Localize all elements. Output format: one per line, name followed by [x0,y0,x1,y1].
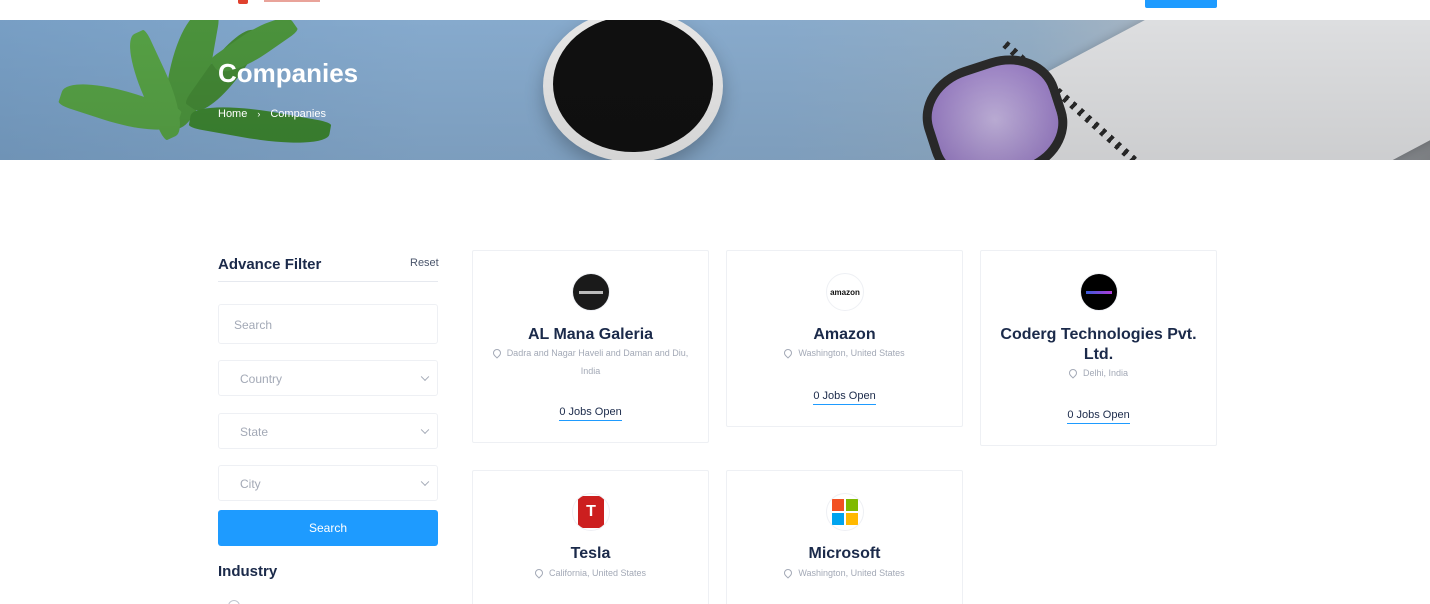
company-name: Tesla [570,545,611,562]
logo-tagline [264,0,320,2]
state-select-value: State [240,425,269,439]
company-name: Coderg Technologies Pvt. Ltd. [1000,326,1197,363]
jobs-open-link[interactable]: 0 Jobs Open [981,409,1216,424]
company-card[interactable]: Microsoft Washington, United States [726,470,963,604]
company-location: Washington, United States [745,344,944,362]
filter-divider [218,281,438,282]
microsoft-logo [826,493,864,531]
search-input[interactable]: Search [218,304,438,344]
state-select[interactable]: State [218,413,438,449]
search-input-placeholder: Search [234,318,273,332]
coderg-logo [1080,273,1118,311]
filter-title: Advance Filter [218,256,322,273]
chevron-down-icon [420,372,430,382]
industry-filter-title: Industry [218,563,278,580]
filter-reset-link[interactable]: Reset [410,257,439,269]
industry-radio[interactable] [228,600,240,604]
chevron-down-icon [420,425,430,435]
company-location: Washington, United States [745,564,944,582]
breadcrumb-home-link[interactable]: Home [218,108,247,120]
logo-mark-icon [238,0,248,4]
amazon-logo: amazon [826,273,864,311]
map-pin-icon [491,347,503,359]
company-name: AL Mana Galeria [527,326,654,343]
page-title: Companies [218,58,359,88]
company-location: California, United States [491,564,690,582]
site-header [0,0,1430,20]
header-action-button[interactable] [1145,0,1217,8]
country-select-value: Country [240,372,283,386]
map-pin-icon [533,567,545,579]
company-location: Delhi, India [999,364,1198,382]
jobs-open-link[interactable]: 0 Jobs Open [727,390,962,405]
breadcrumb: Home › Companies [218,108,326,120]
jobs-open-link[interactable]: 0 Jobs Open [473,406,708,421]
search-button[interactable]: Search [218,510,438,546]
map-pin-icon [782,347,795,359]
site-logo[interactable] [238,0,328,6]
tesla-logo: T [572,493,610,531]
breadcrumb-current: Companies [270,108,326,120]
company-card[interactable]: AL Mana Galeria Dadra and Nagar Haveli a… [472,250,709,443]
chevron-down-icon [420,477,430,487]
company-name: Amazon [813,326,876,343]
company-card[interactable]: amazon Amazon Washington, United States … [726,250,963,427]
company-name: Microsoft [808,545,881,562]
company-card[interactable]: Coderg Technologies Pvt. Ltd. Delhi, Ind… [980,250,1217,446]
company-card[interactable]: T Tesla California, United States [472,470,709,604]
al-mana-logo [572,273,610,311]
map-pin-icon [782,567,795,579]
city-select-value: City [240,477,261,491]
breadcrumb-separator-icon: › [257,109,261,119]
company-location: Dadra and Nagar Haveli and Daman and Diu… [491,344,690,380]
map-pin-icon [1067,367,1079,379]
city-select[interactable]: City [218,465,438,501]
page-hero-banner: Companies Home › Companies [0,20,1430,160]
country-select[interactable]: Country [218,360,438,396]
